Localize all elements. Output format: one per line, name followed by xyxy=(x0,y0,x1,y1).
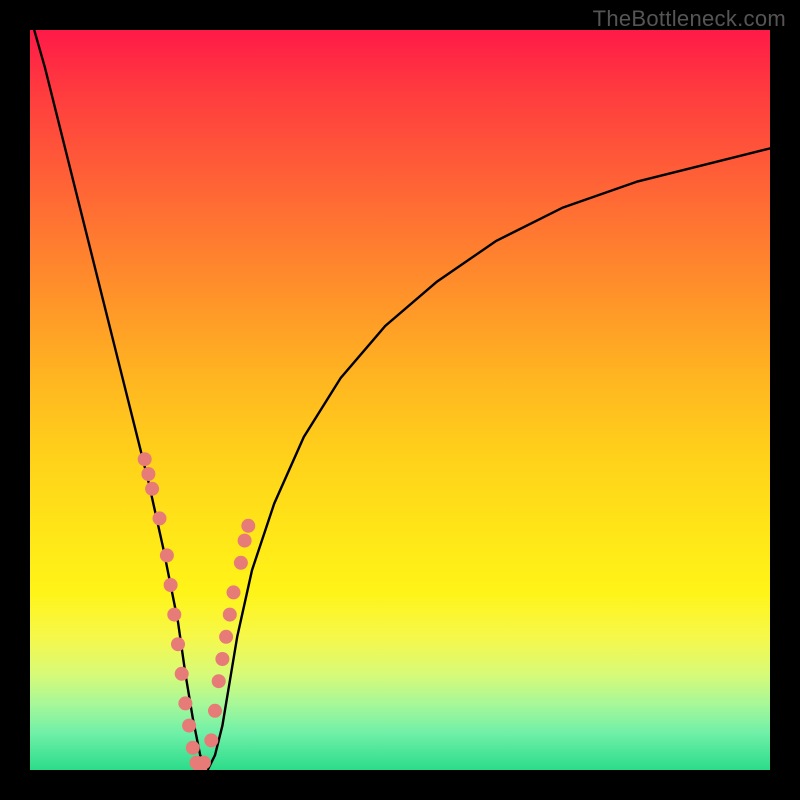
datapoint-dot xyxy=(223,608,237,622)
datapoints-group xyxy=(138,452,256,770)
datapoint-dot xyxy=(227,585,241,599)
datapoint-dot xyxy=(182,719,196,733)
datapoint-dot xyxy=(171,637,185,651)
datapoint-dot xyxy=(164,578,178,592)
datapoint-dot xyxy=(215,652,229,666)
chart-overlay-svg xyxy=(30,30,770,770)
datapoint-dot xyxy=(145,482,159,496)
datapoint-dot xyxy=(153,511,167,525)
datapoint-dot xyxy=(197,756,211,770)
datapoint-dot xyxy=(178,696,192,710)
datapoint-dot xyxy=(234,556,248,570)
datapoint-dot xyxy=(186,741,200,755)
datapoint-dot xyxy=(167,608,181,622)
datapoint-dot xyxy=(175,667,189,681)
watermark-text: TheBottleneck.com xyxy=(593,6,786,32)
datapoint-dot xyxy=(138,452,152,466)
datapoint-dot xyxy=(141,467,155,481)
datapoint-dot xyxy=(208,704,222,718)
datapoint-dot xyxy=(238,534,252,548)
datapoint-dot xyxy=(219,630,233,644)
datapoint-dot xyxy=(204,733,218,747)
datapoint-dot xyxy=(160,548,174,562)
datapoint-dot xyxy=(212,674,226,688)
datapoint-dot xyxy=(241,519,255,533)
bottleneck-curve-line xyxy=(30,30,770,770)
